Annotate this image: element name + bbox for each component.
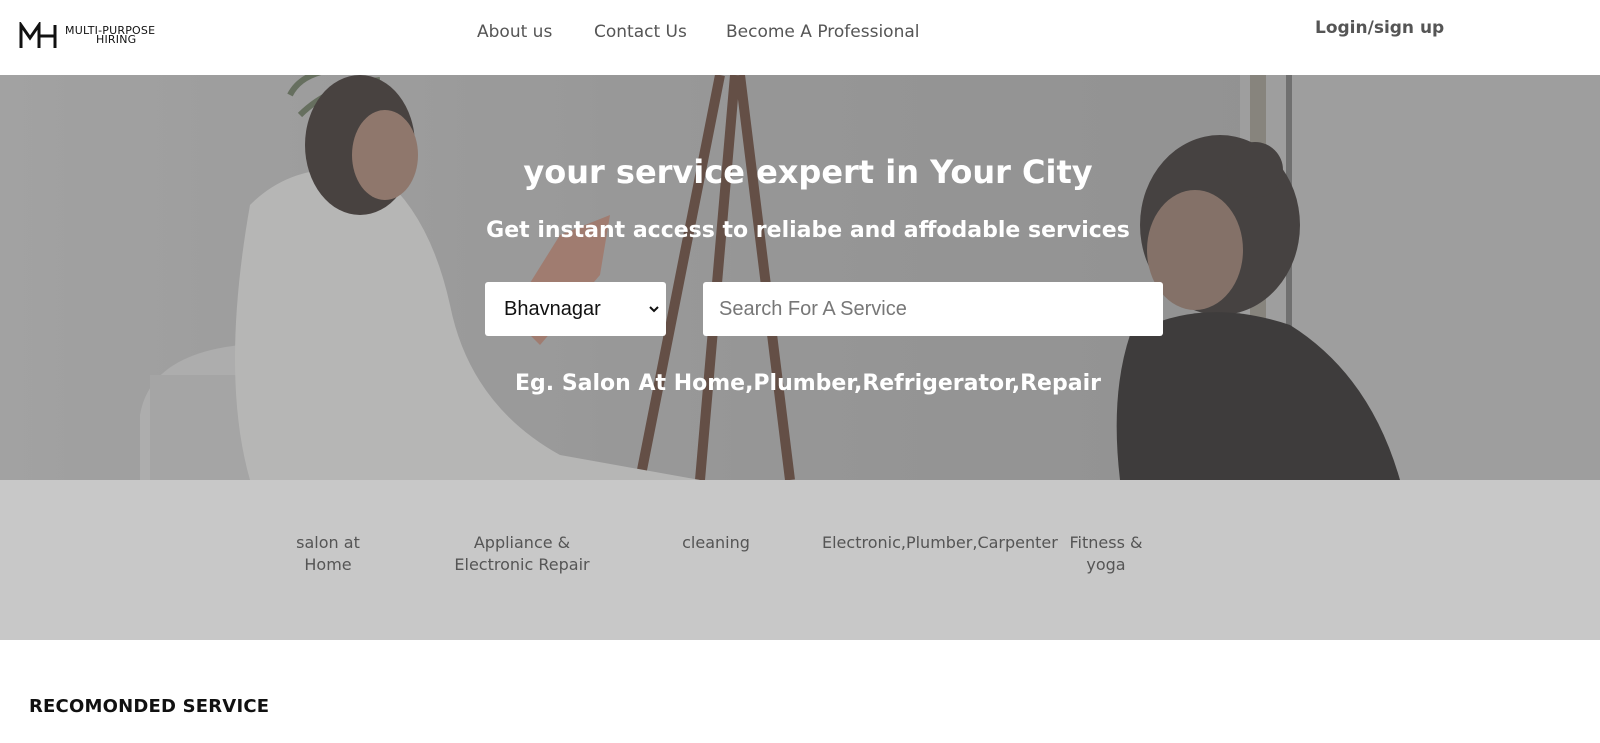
category-electronic-plumber-carpenter[interactable]: Electronic,Plumber,Carpenter [822,532,1058,554]
nav-about-us[interactable]: About us [477,22,552,42]
city-select-value: Bhavnagar [504,297,601,320]
category-fitness-yoga[interactable]: Fitness & yoga [1050,532,1162,576]
site-header: MULTI-PURPOSE HIRING About us Contact Us… [0,0,1600,75]
service-search-input[interactable] [703,282,1163,336]
chevron-down-icon [649,306,659,313]
nav-contact-us[interactable]: Contact Us [594,22,687,42]
category-appliance-repair[interactable]: Appliance & Electronic Repair [432,532,612,576]
category-cleaning[interactable]: cleaning [676,532,756,554]
hero-banner: your service expert in Your City Get ins… [0,75,1600,480]
search-examples: Eg. Salon At Home,Plumber,Refrigerator,R… [515,371,1101,396]
nav-become-professional[interactable]: Become A Professional [726,22,920,42]
hero-subtitle: Get instant access to reliabe and affoda… [486,218,1130,243]
hero-overlay [0,75,1600,480]
category-salon-at-home[interactable]: salon at Home [272,532,384,576]
login-signup-link[interactable]: Login/sign up [1315,18,1444,38]
hero-title: your service expert in Your City [523,153,1093,191]
section-title-recommended: RECOMONDED SERVICE [29,696,270,717]
category-bar: salon at Home Appliance & Electronic Rep… [0,480,1600,640]
city-select[interactable]: Bhavnagar [485,282,666,336]
